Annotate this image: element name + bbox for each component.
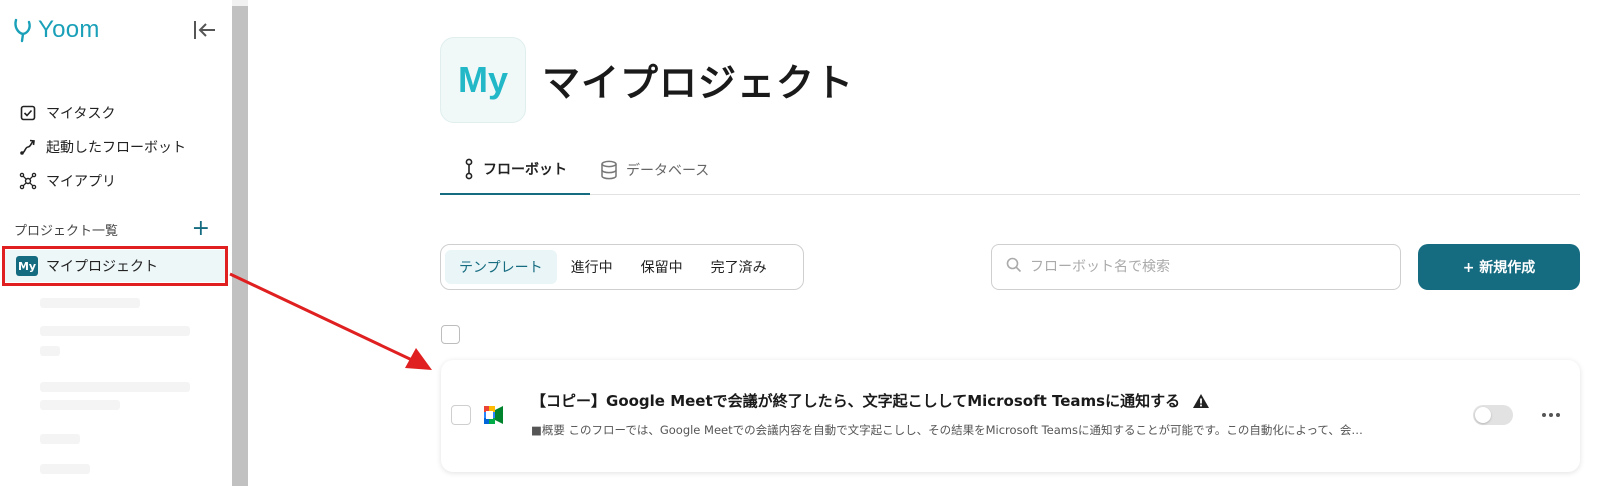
sidebar-item-launched-flowbots[interactable]: 起動したフローボット: [18, 130, 186, 164]
yoom-logo-icon: [14, 18, 31, 43]
database-icon: [600, 160, 618, 180]
flowbot-description: ■概要 このフローでは、Google Meetでの会議内容を自動で文字起こしし、…: [531, 423, 1363, 437]
projects-header: プロジェクト一覧 +: [14, 218, 210, 240]
sidebar-item-label: マイアプリ: [46, 174, 116, 190]
faded-row: [40, 464, 90, 474]
yoom-logo[interactable]: Yoom: [12, 16, 100, 44]
search-box: [991, 244, 1401, 290]
filter-template[interactable]: テンプレート: [445, 250, 557, 284]
annotation-highlight-box: [2, 246, 228, 286]
filter-completed[interactable]: 完了済み: [697, 250, 781, 284]
new-flowbot-button[interactable]: + 新規作成: [1418, 244, 1580, 290]
faded-row: [40, 382, 190, 392]
faded-row: [40, 346, 60, 356]
tab-database[interactable]: データベース: [600, 145, 709, 195]
checkbox-icon: [18, 103, 38, 123]
hub-icon: [18, 171, 38, 191]
faded-row: [40, 298, 140, 308]
logo-text: Yoom: [38, 16, 100, 43]
warning-icon: [1192, 393, 1210, 409]
project-tabs: フローボット データベース: [440, 145, 1580, 195]
page-title: マイプロジェクト: [542, 61, 855, 105]
status-filter-group: テンプレート 進行中 保留中 完了済み: [440, 244, 804, 290]
project-title-icon: My: [440, 37, 526, 123]
flowbot-checkbox[interactable]: [451, 405, 471, 425]
route-icon: [18, 137, 38, 157]
google-meet-icon: [484, 406, 503, 424]
more-icon: [1542, 413, 1560, 417]
tab-label: データベース: [626, 163, 710, 179]
search-input[interactable]: [1030, 259, 1370, 275]
faded-row: [40, 400, 120, 410]
flowbot-title[interactable]: 【コピー】Google Meetで会議が終了したら、文字起こししてMicroso…: [531, 390, 1210, 411]
tab-flowbots[interactable]: フローボット: [440, 145, 590, 195]
sidebar-item-my-tasks[interactable]: マイタスク: [18, 96, 186, 130]
flowbot-card[interactable]: 【コピー】Google Meetで会議が終了したら、文字起こししてMicroso…: [441, 360, 1580, 472]
faded-row: [40, 326, 190, 336]
collapse-icon: [194, 21, 215, 39]
sidebar-item-my-apps[interactable]: マイアプリ: [18, 164, 186, 198]
select-all-checkbox[interactable]: [441, 325, 460, 344]
filter-on-hold[interactable]: 保留中: [627, 250, 697, 284]
collapse-sidebar-button[interactable]: [192, 18, 218, 42]
faded-row: [40, 434, 80, 444]
sidebar-item-label: マイタスク: [46, 106, 116, 122]
toggle-knob: [1475, 407, 1491, 423]
flowbot-enable-toggle[interactable]: [1473, 405, 1513, 425]
sidebar-item-label: 起動したフローボット: [46, 140, 186, 156]
sidebar-scrollbar[interactable]: [232, 0, 248, 486]
sidebar-nav: マイタスク 起動したフローボット マイアプリ: [18, 96, 186, 198]
more-options-button[interactable]: [1541, 402, 1561, 423]
tab-label: フローボット: [483, 162, 567, 178]
scrollbar-thumb[interactable]: [232, 6, 248, 486]
projects-header-label: プロジェクト一覧: [14, 223, 119, 239]
flowbot-title-text: 【コピー】Google Meetで会議が終了したら、文字起こししてMicroso…: [531, 392, 1181, 410]
add-project-button[interactable]: +: [192, 218, 210, 240]
sidebar: Yoom マイタスク 起動したフローボット マイアプリ プロジェクト一覧 + M…: [0, 0, 232, 486]
flow-icon: [463, 158, 475, 180]
filter-in-progress[interactable]: 進行中: [557, 250, 627, 284]
search-icon: [1006, 257, 1022, 277]
